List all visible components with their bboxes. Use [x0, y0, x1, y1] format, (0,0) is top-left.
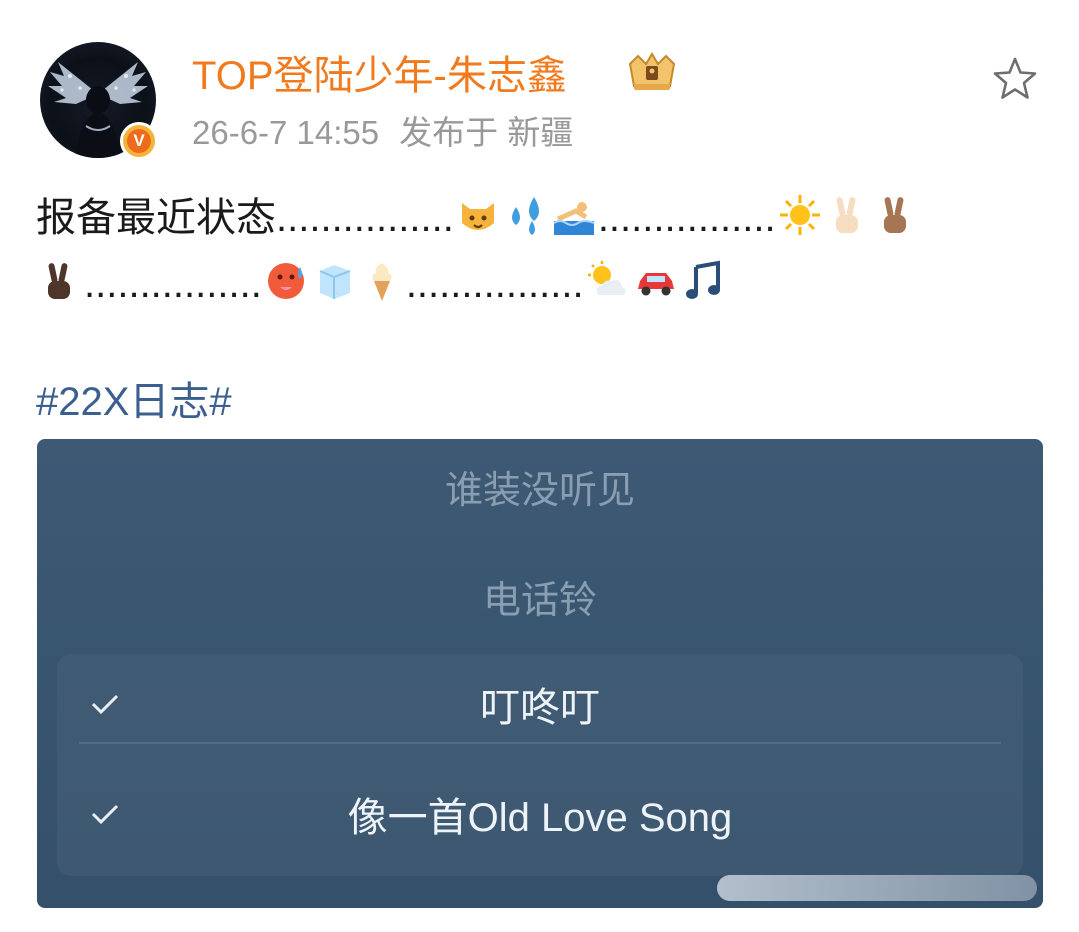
post-timestamp: 26-6-7 14:55	[192, 114, 380, 151]
victory-hand-light-emoji	[835, 197, 858, 233]
attached-image[interactable]: 谁装没听见 电话铃 叮咚叮 像一首Old Love Song	[37, 439, 1043, 908]
author-name[interactable]: TOP登陆少年-朱志鑫	[192, 48, 567, 104]
blurred-watermark	[717, 875, 1037, 901]
sweat-droplets-emoji	[511, 197, 539, 235]
content-line-1: 报备最近状态................................	[36, 185, 1046, 251]
victory-hand-dark-emoji	[48, 263, 70, 299]
red-car-emoji	[637, 273, 674, 296]
ellipsis-dots: ................	[405, 262, 584, 306]
hot-face-emoji	[267, 263, 304, 299]
post-header: V TOP登陆少年-朱志鑫 26-6-7 14:55 发布于 新疆	[40, 40, 1060, 160]
picker-item-selected: 叮咚叮	[57, 654, 1023, 764]
ellipsis-dots: ................	[597, 196, 776, 240]
crown-badge-icon	[628, 52, 676, 90]
hashtag-link[interactable]: #22X日志#	[36, 372, 232, 432]
verified-badge: V	[120, 122, 158, 160]
picker-item: 电话铃	[482, 580, 597, 622]
sun-emoji	[779, 195, 820, 235]
post-location: 发布于 新疆	[399, 114, 574, 151]
post-content: 报备最近状态................................ .…	[36, 185, 1046, 317]
selected-items-group: 叮咚叮 像一首Old Love Song	[57, 654, 1023, 876]
victory-hand-medium-emoji	[883, 197, 906, 233]
picker-item-label: 像一首Old Love Song	[347, 796, 733, 840]
picker-item: 谁装没听见	[444, 470, 635, 512]
star-outline-icon[interactable]	[990, 54, 1040, 104]
content-text: 报备最近状态	[36, 196, 276, 240]
ellipsis-dots: ................	[84, 262, 262, 306]
ice-cube-emoji	[319, 265, 351, 299]
content-line-2: ................................	[36, 251, 1046, 317]
picker-item-label: 叮咚叮	[480, 686, 600, 730]
swimmer-emoji	[553, 202, 595, 235]
music-note-emoji	[685, 260, 720, 299]
ellipsis-dots: ................	[276, 196, 454, 240]
picker-item-selected: 像一首Old Love Song	[57, 764, 1023, 874]
sun-behind-cloud-emoji	[587, 261, 626, 295]
soft-ice-cream-emoji	[372, 263, 392, 301]
post-meta: 26-6-7 14:55 发布于 新疆	[192, 110, 573, 156]
divider	[79, 742, 1001, 744]
cat-emoji	[461, 203, 494, 230]
